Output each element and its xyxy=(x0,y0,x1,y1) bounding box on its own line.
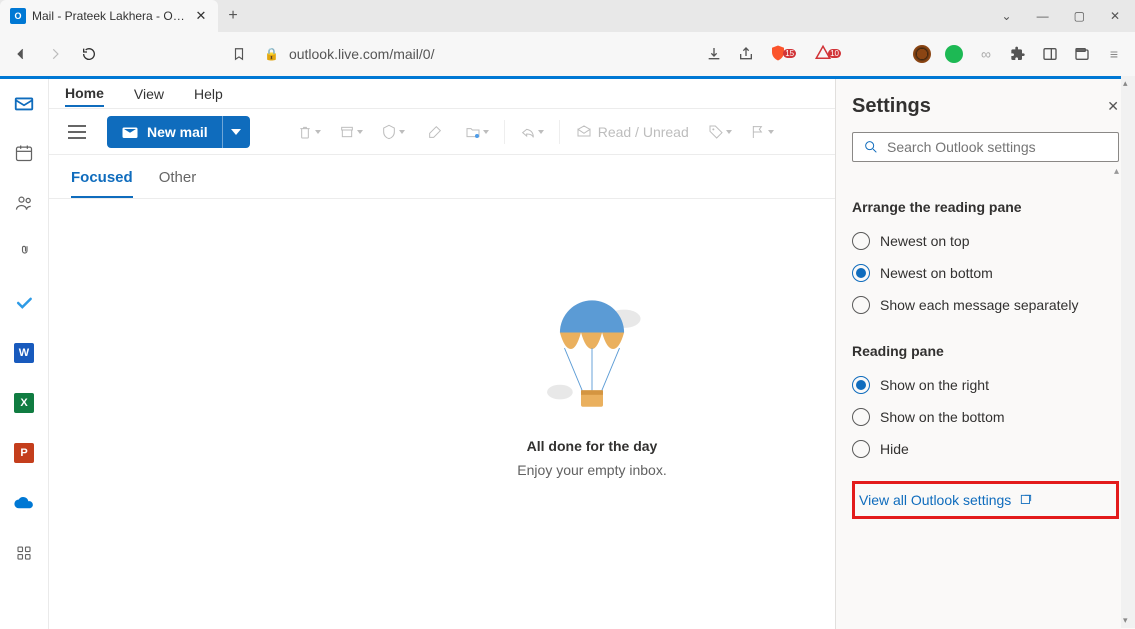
url-text: outlook.live.com/mail/0/ xyxy=(289,46,435,62)
outlook-app-icon: O xyxy=(10,8,26,24)
toolbar-divider xyxy=(559,120,560,144)
delete-icon[interactable] xyxy=(294,117,324,147)
chevron-down-icon[interactable]: ⌄ xyxy=(1002,9,1012,23)
install-icon[interactable] xyxy=(705,45,723,63)
browser-tab[interactable]: O Mail - Prateek Lakhera - Outlook ✕ xyxy=(0,0,218,32)
radio-icon xyxy=(852,440,870,458)
settings-search[interactable] xyxy=(852,132,1119,162)
mail-icon xyxy=(121,123,139,141)
move-icon[interactable] xyxy=(462,117,492,147)
radio-checked-icon xyxy=(852,376,870,394)
rail-word-icon[interactable]: W xyxy=(12,341,36,365)
share-icon[interactable] xyxy=(737,45,755,63)
grammarly-ext-icon[interactable] xyxy=(945,45,963,63)
radio-newest-bottom[interactable]: Newest on bottom xyxy=(852,257,1119,289)
close-window-icon[interactable]: ✕ xyxy=(1110,9,1120,23)
page-scrollbar[interactable] xyxy=(1121,76,1135,628)
radio-icon xyxy=(852,296,870,314)
new-mail-split-icon[interactable] xyxy=(222,116,250,148)
settings-panel: Settings ✕ ▴ Arrange the reading pane Ne… xyxy=(835,79,1135,629)
browser-tab-strip: O Mail - Prateek Lakhera - Outlook ✕ + ⌄… xyxy=(0,0,1135,32)
rail-powerpoint-icon[interactable]: P xyxy=(12,441,36,465)
tab-focused[interactable]: Focused xyxy=(71,169,133,198)
brave-shield-icon[interactable]: 15 xyxy=(769,44,800,65)
rail-excel-icon[interactable]: X xyxy=(12,391,36,415)
brave-rewards-icon[interactable]: 10 xyxy=(814,44,845,65)
cookie-ext-icon[interactable] xyxy=(913,45,931,63)
back-icon[interactable] xyxy=(12,45,30,63)
new-tab-button[interactable]: + xyxy=(218,0,248,32)
maximize-icon[interactable]: ▢ xyxy=(1074,9,1085,23)
reply-icon[interactable] xyxy=(517,117,547,147)
app-rail: W X P xyxy=(0,79,49,629)
balloon-illustration xyxy=(537,290,647,430)
rail-todo-icon[interactable] xyxy=(12,291,36,315)
sweep-icon[interactable] xyxy=(420,117,450,147)
radio-show-separately[interactable]: Show each message separately xyxy=(852,289,1119,321)
rail-files-icon[interactable] xyxy=(12,241,36,265)
settings-search-input[interactable] xyxy=(887,139,1108,155)
sidebar-ext-icon[interactable] xyxy=(1041,45,1059,63)
toolbar-divider xyxy=(504,120,505,144)
radio-icon xyxy=(852,408,870,426)
bookmark-icon[interactable] xyxy=(230,45,248,63)
rail-calendar-icon[interactable] xyxy=(12,141,36,165)
rail-onedrive-icon[interactable] xyxy=(12,491,36,515)
radio-newest-top[interactable]: Newest on top xyxy=(852,225,1119,257)
read-unread-button[interactable]: Read / Unread xyxy=(572,117,693,147)
empty-title: All done for the day xyxy=(527,438,658,454)
report-icon[interactable] xyxy=(378,117,408,147)
reload-icon[interactable] xyxy=(80,45,98,63)
open-external-icon xyxy=(1019,493,1033,507)
lock-icon: 🔒 xyxy=(264,47,279,61)
puzzle-ext-icon[interactable] xyxy=(1009,45,1027,63)
radio-checked-icon xyxy=(852,264,870,282)
wallet-ext-icon[interactable] xyxy=(1073,45,1091,63)
flag-icon[interactable] xyxy=(747,117,777,147)
url-field[interactable]: 🔒 outlook.live.com/mail/0/ xyxy=(264,46,689,62)
hamburger-icon[interactable] xyxy=(59,114,95,150)
radio-icon xyxy=(852,232,870,250)
tab-view[interactable]: View xyxy=(134,82,164,106)
radio-hide[interactable]: Hide xyxy=(852,433,1119,465)
rail-more-apps-icon[interactable] xyxy=(12,541,36,565)
tab-other[interactable]: Other xyxy=(159,169,197,198)
radio-show-right[interactable]: Show on the right xyxy=(852,369,1119,401)
new-mail-label: New mail xyxy=(147,124,208,140)
group-reading-pane-title: Reading pane xyxy=(852,343,1119,359)
archive-icon[interactable] xyxy=(336,117,366,147)
close-settings-icon[interactable]: ✕ xyxy=(1107,98,1119,115)
rail-mail-icon[interactable] xyxy=(12,91,36,115)
tab-home[interactable]: Home xyxy=(65,81,104,107)
tab-title: Mail - Prateek Lakhera - Outlook xyxy=(32,9,188,23)
minimize-icon[interactable]: — xyxy=(1037,9,1049,23)
settings-title: Settings xyxy=(852,95,931,118)
radio-show-bottom[interactable]: Show on the bottom xyxy=(852,401,1119,433)
address-bar: 🔒 outlook.live.com/mail/0/ 15 10 ∞ ≡ xyxy=(0,32,1135,76)
new-mail-button[interactable]: New mail xyxy=(107,116,250,148)
menu-icon[interactable]: ≡ xyxy=(1105,45,1123,63)
view-all-settings-link[interactable]: View all Outlook settings xyxy=(852,481,1119,519)
link-ext-icon[interactable]: ∞ xyxy=(977,45,995,63)
empty-subtitle: Enjoy your empty inbox. xyxy=(517,462,666,478)
close-tab-icon[interactable]: ✕ xyxy=(194,9,208,23)
tab-help[interactable]: Help xyxy=(194,82,223,106)
window-controls: ⌄ — ▢ ✕ xyxy=(1002,0,1135,32)
search-icon xyxy=(863,139,879,155)
group-arrange-title: Arrange the reading pane xyxy=(852,199,1119,215)
rail-people-icon[interactable] xyxy=(12,191,36,215)
forward-icon xyxy=(46,45,64,63)
tag-icon[interactable] xyxy=(705,117,735,147)
